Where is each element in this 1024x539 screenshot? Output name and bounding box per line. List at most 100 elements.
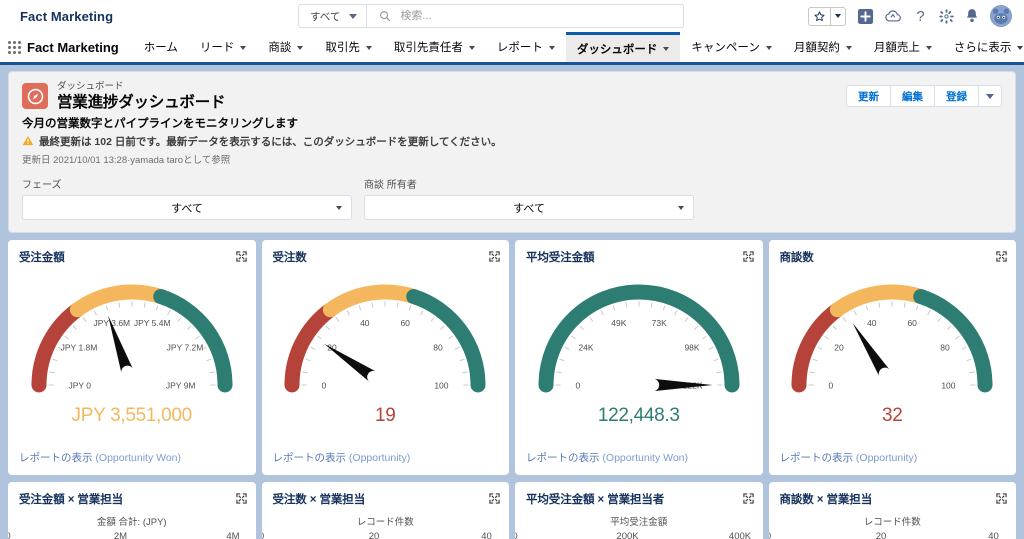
svg-text:0: 0 bbox=[322, 381, 327, 391]
view-report-link[interactable]: レポートの表示 (Opportunity Won) bbox=[19, 452, 181, 464]
gauge-value: 32 bbox=[881, 405, 903, 426]
widget-title: 平均受注金額 bbox=[526, 252, 595, 264]
nav-item-10[interactable]: さらに表示 bbox=[943, 32, 1024, 62]
chevron-down-icon bbox=[336, 205, 342, 210]
svg-text:JPY 7.2M: JPY 7.2M bbox=[166, 343, 203, 353]
dashboard-filters: フェーズ すべて 商談 所有者 すべて bbox=[22, 166, 1002, 232]
nav-item-0[interactable]: ホーム bbox=[133, 32, 189, 62]
question-icon[interactable]: ? bbox=[913, 8, 928, 24]
axis-tick-label: 0 bbox=[769, 531, 772, 539]
nav-item-8[interactable]: 月額契約 bbox=[783, 32, 863, 62]
nav-item-label: さらに表示 bbox=[953, 42, 1012, 54]
expand-icon[interactable] bbox=[742, 249, 754, 267]
view-report-label: レポートの表示 bbox=[272, 452, 347, 464]
search-scope-label: すべて bbox=[310, 10, 341, 23]
chevron-down-icon bbox=[1017, 45, 1024, 50]
expand-icon[interactable] bbox=[489, 249, 500, 267]
edit-button[interactable]: 編集 bbox=[890, 85, 935, 107]
dashboard-icon bbox=[22, 83, 48, 109]
svg-text:JPY 0: JPY 0 bbox=[68, 381, 91, 391]
expand-icon[interactable] bbox=[489, 491, 500, 509]
app-launcher-icon[interactable] bbox=[8, 32, 21, 62]
filter-label: フェーズ bbox=[22, 180, 62, 191]
svg-text:98K: 98K bbox=[684, 343, 699, 353]
expand-icon[interactable] bbox=[996, 491, 1007, 509]
nav-item-label: 商談 bbox=[268, 42, 292, 54]
view-report-source: (Opportunity Won) bbox=[602, 452, 689, 464]
gauge-chart: 024K49K73K98K122K122,448.3 bbox=[515, 267, 763, 439]
nav-item-5[interactable]: レポート bbox=[486, 32, 566, 62]
svg-text:60: 60 bbox=[908, 318, 918, 328]
axis-tick-label: 0 bbox=[262, 531, 265, 539]
widget-footer: レポートの表示 (Opportunity Won) bbox=[515, 448, 763, 475]
dashboard-page: ダッシュボード 営業進捗ダッシュボード 今月の営業数字とパイプラインをモニタリン… bbox=[0, 65, 1024, 539]
global-search[interactable]: すべて bbox=[298, 4, 684, 28]
expand-icon[interactable] bbox=[742, 491, 754, 509]
favorites-group[interactable] bbox=[808, 6, 846, 26]
svg-text:80: 80 bbox=[434, 343, 444, 353]
filter-select[interactable]: すべて bbox=[22, 195, 352, 220]
svg-text:40: 40 bbox=[867, 318, 877, 328]
svg-text:JPY 5.4M: JPY 5.4M bbox=[134, 318, 171, 328]
gear-icon[interactable] bbox=[939, 8, 954, 24]
nav-item-9[interactable]: 月額売上 bbox=[863, 32, 943, 62]
bar-widget: 受注数 × 営業担当レコード件数 0 20 40 bbox=[261, 482, 510, 539]
widget-title: 受注数 × 営業担当 bbox=[272, 494, 366, 506]
filter-value: すべて bbox=[171, 202, 203, 215]
view-report-link[interactable]: レポートの表示 (Opportunity Won) bbox=[526, 452, 688, 464]
nav-item-2[interactable]: 商談 bbox=[257, 32, 314, 62]
dashboard-actions: 更新 編集 登録 bbox=[846, 85, 1002, 107]
widget-title: 受注金額 × 営業担当 bbox=[19, 494, 124, 506]
gauge-value: 122,448.3 bbox=[597, 405, 680, 426]
refresh-button[interactable]: 更新 bbox=[846, 85, 891, 107]
nav-item-4[interactable]: 取引先責任者 bbox=[383, 32, 486, 62]
axis-tick-label: 400K bbox=[728, 531, 752, 539]
nav-item-1[interactable]: リード bbox=[189, 32, 258, 62]
warning-triangle-icon bbox=[22, 135, 34, 149]
avatar[interactable] bbox=[990, 5, 1012, 27]
chevron-down-icon bbox=[365, 45, 372, 50]
app-name[interactable]: Fact Marketing bbox=[21, 32, 133, 62]
plus-icon[interactable] bbox=[857, 8, 874, 25]
page-title: 営業進捗ダッシュボード bbox=[57, 94, 226, 111]
view-report-label: レポートの表示 bbox=[779, 452, 854, 464]
axis-tick-label: 0 bbox=[515, 531, 518, 539]
svg-text:0: 0 bbox=[829, 381, 834, 391]
global-header-actions: ? bbox=[808, 0, 1012, 32]
dashboard-header: ダッシュボード 営業進捗ダッシュボード 今月の営業数字とパイプラインをモニタリン… bbox=[8, 71, 1016, 233]
chevron-down-icon bbox=[297, 45, 304, 50]
svg-text:JPY 9M: JPY 9M bbox=[166, 381, 196, 391]
svg-text:20: 20 bbox=[835, 343, 845, 353]
bell-icon[interactable] bbox=[965, 8, 979, 24]
favorites-chevron-down-icon[interactable] bbox=[830, 7, 845, 25]
expand-icon[interactable] bbox=[235, 249, 247, 267]
bar-widget: 商談数 × 営業担当レコード件数 0 20 40 bbox=[768, 482, 1016, 539]
axis-title: レコード件数 bbox=[863, 517, 921, 528]
expand-icon[interactable] bbox=[235, 491, 247, 509]
chevron-down-icon bbox=[925, 45, 932, 50]
nav-item-6[interactable]: ダッシュボード bbox=[565, 32, 681, 62]
cloud-icon[interactable] bbox=[885, 9, 902, 24]
search-scope-selector[interactable]: すべて bbox=[299, 5, 368, 27]
dashboard-meta: 更新日 2021/10/01 13:28·yamada taroとして参照 bbox=[22, 155, 231, 166]
nav-item-label: レポート bbox=[496, 42, 543, 54]
nav-item-3[interactable]: 取引先 bbox=[314, 32, 383, 62]
gauge-chart: 0 20 40 60 80 100 32 bbox=[769, 267, 1017, 439]
nav-item-7[interactable]: キャンペーン bbox=[680, 32, 782, 62]
search-input[interactable] bbox=[400, 5, 683, 27]
chevron-down-icon bbox=[548, 45, 555, 50]
view-report-link[interactable]: レポートの表示 (Opportunity) bbox=[273, 452, 411, 464]
bar-widget: 受注金額 × 営業担当金額 合計: (JPY) 0 2M 4M bbox=[8, 482, 256, 539]
more-actions-button[interactable] bbox=[978, 85, 1002, 107]
widget-title: 商談数 × 営業担当 bbox=[779, 494, 873, 506]
view-report-link[interactable]: レポートの表示 (Opportunity) bbox=[780, 452, 918, 464]
star-icon[interactable] bbox=[809, 8, 830, 25]
filter-select[interactable]: すべて bbox=[364, 195, 694, 220]
chevron-down-icon bbox=[349, 13, 358, 19]
axis-ticks: 0 20 40 bbox=[262, 531, 510, 539]
expand-icon[interactable] bbox=[996, 249, 1007, 267]
axis-tick-label: 40 bbox=[988, 531, 999, 539]
subscribe-button[interactable]: 登録 bbox=[934, 85, 979, 107]
chevron-down-icon bbox=[845, 45, 852, 50]
search-icon bbox=[379, 10, 391, 22]
